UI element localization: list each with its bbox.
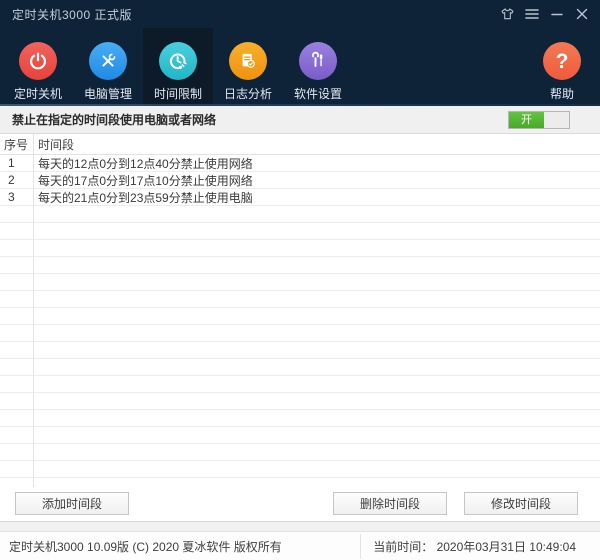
tab-time-limit[interactable]: 时间限制: [143, 28, 213, 106]
table-empty-row: [0, 342, 600, 359]
statusbar: 定时关机3000 10.09版 (C) 2020 夏冰软件 版权所有 当前时间：…: [0, 532, 600, 560]
column-divider: [33, 134, 34, 487]
delete-period-button[interactable]: 删除时间段: [333, 492, 447, 515]
menu-icon[interactable]: [524, 6, 540, 22]
table-empty-row: [0, 359, 600, 376]
power-icon: [19, 42, 57, 80]
window-title: 定时关机3000 正式版: [12, 6, 132, 23]
row-period: 每天的12点0分到12点40分禁止使用网络: [33, 155, 600, 172]
table-empty-row: [0, 291, 600, 308]
section-title: 禁止在指定的时间段使用电脑或者网络: [12, 111, 216, 128]
table-header: 序号 时间段: [0, 134, 600, 155]
top-band: 定时关机3000 正式版: [0, 0, 600, 106]
modify-period-button[interactable]: 修改时间段: [464, 492, 578, 515]
window-controls: [499, 6, 590, 22]
tools-cross-icon: [89, 42, 127, 80]
tab-label: 电脑管理: [84, 85, 132, 102]
close-icon[interactable]: [574, 6, 590, 22]
tab-computer-management[interactable]: 电脑管理: [73, 28, 143, 106]
tab-timed-shutdown[interactable]: 定时关机: [3, 28, 73, 106]
table-empty-row: [0, 274, 600, 291]
tab-label: 定时关机: [14, 85, 62, 102]
table-row[interactable]: 3 每天的21点0分到23点59分禁止使用电脑: [0, 189, 600, 206]
table-empty-row: [0, 206, 600, 223]
question-icon: ?: [543, 42, 581, 80]
table-empty-row: [0, 410, 600, 427]
table-row[interactable]: 2 每天的17点0分到17点10分禁止使用网络: [0, 172, 600, 189]
tab-label: 时间限制: [154, 85, 202, 102]
enable-toggle[interactable]: 开: [508, 111, 570, 129]
tab-log-analysis[interactable]: 日志分析: [213, 28, 283, 106]
tab-label: 软件设置: [294, 85, 342, 102]
table-empty-row: [0, 240, 600, 257]
skin-icon[interactable]: [499, 6, 515, 22]
table-empty-row: [0, 223, 600, 240]
table-empty-row: [0, 427, 600, 444]
copyright-text: 定时关机3000 10.09版 (C) 2020 夏冰软件 版权所有: [0, 538, 360, 555]
navbar: 定时关机 电脑管理 时间限制: [0, 28, 600, 106]
titlebar: 定时关机3000 正式版: [0, 0, 600, 28]
settings-tools-icon: [299, 42, 337, 80]
current-time-label: 当前时间：: [373, 540, 433, 554]
add-period-button[interactable]: 添加时间段: [15, 492, 129, 515]
tab-help[interactable]: ? 帮助: [527, 28, 597, 106]
current-time-value: 2020年03月31日 10:49:04: [437, 540, 576, 554]
table-row[interactable]: 1 每天的12点0分到12点40分禁止使用网络: [0, 155, 600, 172]
button-row: 添加时间段 删除时间段 修改时间段: [0, 487, 600, 521]
divider-strip: [0, 521, 600, 532]
row-no: 1: [0, 156, 33, 170]
row-period: 每天的21点0分到23点59分禁止使用电脑: [33, 189, 600, 206]
tab-label: 帮助: [550, 85, 574, 102]
table-empty-row: [0, 461, 600, 478]
clock-icon: [159, 42, 197, 80]
table-empty-row: [0, 393, 600, 410]
minimize-icon[interactable]: [549, 6, 565, 22]
column-header-no: 序号: [0, 136, 33, 153]
table-empty-row: [0, 478, 600, 487]
section-header: 禁止在指定的时间段使用电脑或者网络 开: [0, 106, 600, 134]
tab-software-settings[interactable]: 软件设置: [283, 28, 353, 106]
column-header-period: 时间段: [33, 136, 600, 153]
tab-label: 日志分析: [224, 85, 272, 102]
row-no: 3: [0, 190, 33, 204]
current-time: 当前时间： 2020年03月31日 10:49:04: [360, 534, 600, 559]
table-empty-row: [0, 376, 600, 393]
table-empty-row: [0, 308, 600, 325]
table-empty-row: [0, 444, 600, 461]
table-filler-rows: [0, 206, 600, 487]
log-document-icon: [229, 42, 267, 80]
row-no: 2: [0, 173, 33, 187]
time-period-table: 序号 时间段 1 每天的12点0分到12点40分禁止使用网络 2 每天的17点0…: [0, 134, 600, 487]
table-empty-row: [0, 325, 600, 342]
table-empty-row: [0, 257, 600, 274]
toggle-on-label: 开: [509, 112, 544, 128]
row-period: 每天的17点0分到17点10分禁止使用网络: [33, 172, 600, 189]
